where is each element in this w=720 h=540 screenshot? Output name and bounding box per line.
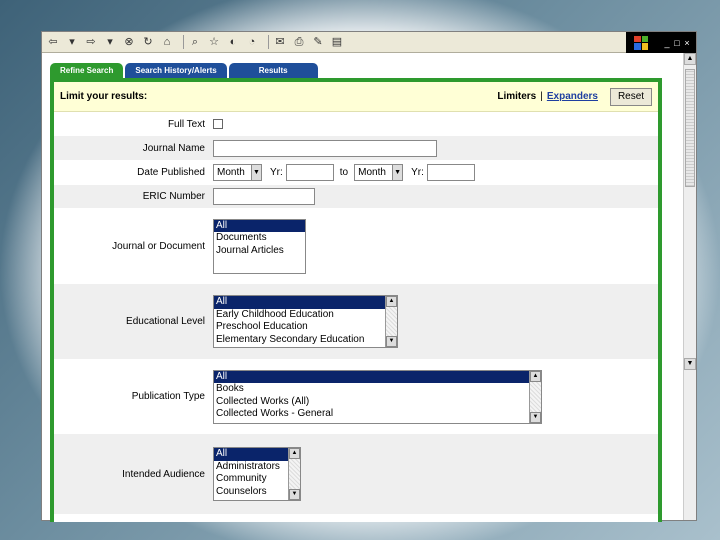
scroll-up-icon[interactable]: ▲ (289, 448, 300, 459)
publication-type-listbox[interactable]: All Books Collected Works (All) Collecte… (213, 369, 542, 424)
list-item[interactable]: Documents (214, 232, 305, 245)
scroll-up-icon[interactable]: ▲ (684, 53, 696, 65)
scroll-down-icon[interactable]: ▼ (684, 358, 696, 370)
intended-audience-label: Intended Audience (122, 468, 205, 480)
toolbar-separator (268, 35, 269, 49)
list-item[interactable]: Journal Articles (214, 245, 305, 258)
intended-audience-listbox[interactable]: All Administrators Community Counselors … (213, 447, 301, 501)
media-icon[interactable]: ◐ (226, 35, 240, 49)
browser-window: ⇦ ▾ ⇨ ▾ ⊗ ↻ ⌂ ⌕ ☆ ◐ ◔ ✉ ⎙ ✎ ▤ _ □ × Refi… (41, 31, 697, 522)
journal-or-document-label: Journal or Document (112, 240, 205, 252)
yr-from-label: Yr: (270, 167, 283, 178)
listbox-scrollbar[interactable]: ▲ ▼ (385, 296, 397, 347)
edit-icon[interactable]: ✎ (311, 35, 325, 49)
date-published-label: Date Published (137, 167, 205, 178)
print-icon[interactable]: ⎙ (292, 35, 306, 49)
scroll-down-icon[interactable]: ▼ (530, 411, 541, 423)
scrollbar-thumb[interactable] (685, 69, 695, 187)
toolbar-separator (183, 35, 184, 49)
list-item[interactable]: Collected Works - General (214, 408, 541, 421)
browser-toolbar: ⇦ ▾ ⇨ ▾ ⊗ ↻ ⌂ ⌕ ☆ ◐ ◔ ✉ ⎙ ✎ ▤ _ □ × (42, 32, 696, 53)
scroll-up-icon[interactable]: ▲ (386, 296, 397, 307)
month-to-value: Month (358, 167, 386, 178)
publication-type-label: Publication Type (131, 391, 205, 402)
search-icon[interactable]: ⌕ (188, 35, 202, 49)
discuss-icon[interactable]: ▤ (330, 35, 344, 49)
limiters-link[interactable]: Limiters (497, 91, 536, 102)
eric-number-input[interactable] (213, 188, 315, 205)
list-item[interactable]: Preschool Education (214, 321, 397, 334)
home-icon[interactable]: ⌂ (160, 35, 174, 49)
windows-flag-icon (634, 35, 648, 50)
list-item[interactable]: All (214, 219, 305, 232)
chevron-down-icon: ▼ (251, 165, 261, 180)
tab-results[interactable]: Results (228, 63, 318, 78)
scroll-down-icon[interactable]: ▼ (289, 489, 300, 500)
listbox-scrollbar[interactable]: ▲ ▼ (288, 448, 300, 500)
list-item[interactable]: Elementary Secondary Education (214, 334, 397, 347)
minimize-button[interactable]: _ (662, 38, 672, 48)
close-button[interactable]: × (682, 38, 692, 48)
full-text-label: Full Text (167, 118, 205, 130)
list-item[interactable]: Books (214, 383, 541, 396)
forward-dropdown-icon[interactable]: ▾ (103, 35, 117, 49)
link-separator: | (540, 91, 543, 102)
journal-name-label: Journal Name (142, 142, 205, 154)
reset-button[interactable]: Reset (610, 87, 652, 106)
maximize-button[interactable]: □ (672, 38, 682, 48)
refresh-icon[interactable]: ↻ (141, 35, 155, 49)
scroll-down-icon[interactable]: ▼ (386, 336, 397, 347)
limit-results-bar: Limit your results: Limiters | Expanders… (54, 82, 658, 112)
educational-level-label: Educational Level (126, 316, 205, 327)
journal-name-row: Journal Name (54, 136, 658, 160)
list-item[interactable]: All (214, 370, 529, 383)
journal-name-input[interactable] (213, 139, 437, 157)
scroll-up-icon[interactable]: ▲ (530, 370, 541, 382)
page-scrollbar[interactable]: ▲ ▼ (683, 53, 696, 520)
favorites-icon[interactable]: ☆ (207, 35, 221, 49)
month-from-select[interactable]: Month ▼ (213, 164, 262, 181)
full-text-checkbox[interactable] (213, 119, 223, 129)
intended-audience-row: Intended Audience All Administrators Com… (54, 434, 658, 514)
list-item[interactable]: Early Childhood Education (214, 309, 397, 322)
mail-icon[interactable]: ✉ (273, 35, 287, 49)
list-item[interactable]: All (214, 448, 288, 461)
yr-from-input[interactable] (285, 164, 334, 181)
forward-icon[interactable]: ⇨ (84, 35, 98, 49)
eric-number-label: ERIC Number (142, 191, 205, 202)
eric-number-row: ERIC Number (54, 185, 658, 208)
limit-links: Limiters | Expanders Reset (497, 87, 652, 106)
refine-panel: Limit your results: Limiters | Expanders… (50, 78, 662, 522)
stop-icon[interactable]: ⊗ (122, 35, 136, 49)
journal-or-document-listbox[interactable]: All Documents Journal Articles (213, 218, 306, 274)
back-dropdown-icon[interactable]: ▾ (65, 35, 79, 49)
yr-to-label: Yr: (411, 167, 424, 178)
history-icon[interactable]: ◔ (245, 35, 259, 49)
date-published-row: Date Published Month ▼ Yr: to Month ▼ Yr… (54, 160, 658, 185)
chevron-down-icon: ▼ (392, 165, 403, 180)
back-icon[interactable]: ⇦ (46, 35, 60, 49)
expanders-link[interactable]: Expanders (547, 91, 598, 102)
yr-to-input[interactable] (426, 164, 475, 181)
month-from-value: Month (217, 167, 245, 178)
publication-type-row: Publication Type All Books Collected Wor… (54, 359, 658, 434)
list-item[interactable]: Collected Works (All) (214, 396, 541, 409)
educational-level-listbox[interactable]: All Early Childhood Education Preschool … (213, 295, 398, 348)
windows-logo-area: _ □ × (626, 32, 696, 53)
search-tabs: Refine Search Search History/Alerts Resu… (50, 63, 320, 78)
month-to-select[interactable]: Month ▼ (354, 164, 404, 181)
list-item[interactable]: All (214, 296, 385, 309)
educational-level-row: Educational Level All Early Childhood Ed… (54, 284, 658, 359)
journal-or-document-row: Journal or Document All Documents Journa… (54, 208, 658, 284)
limit-results-title: Limit your results: (60, 91, 148, 102)
full-text-row: Full Text (54, 112, 658, 136)
tab-refine-search[interactable]: Refine Search (50, 63, 124, 78)
to-label: to (339, 167, 349, 178)
listbox-scrollbar[interactable]: ▲ ▼ (529, 370, 541, 423)
tab-search-history-alerts[interactable]: Search History/Alerts (125, 63, 227, 78)
